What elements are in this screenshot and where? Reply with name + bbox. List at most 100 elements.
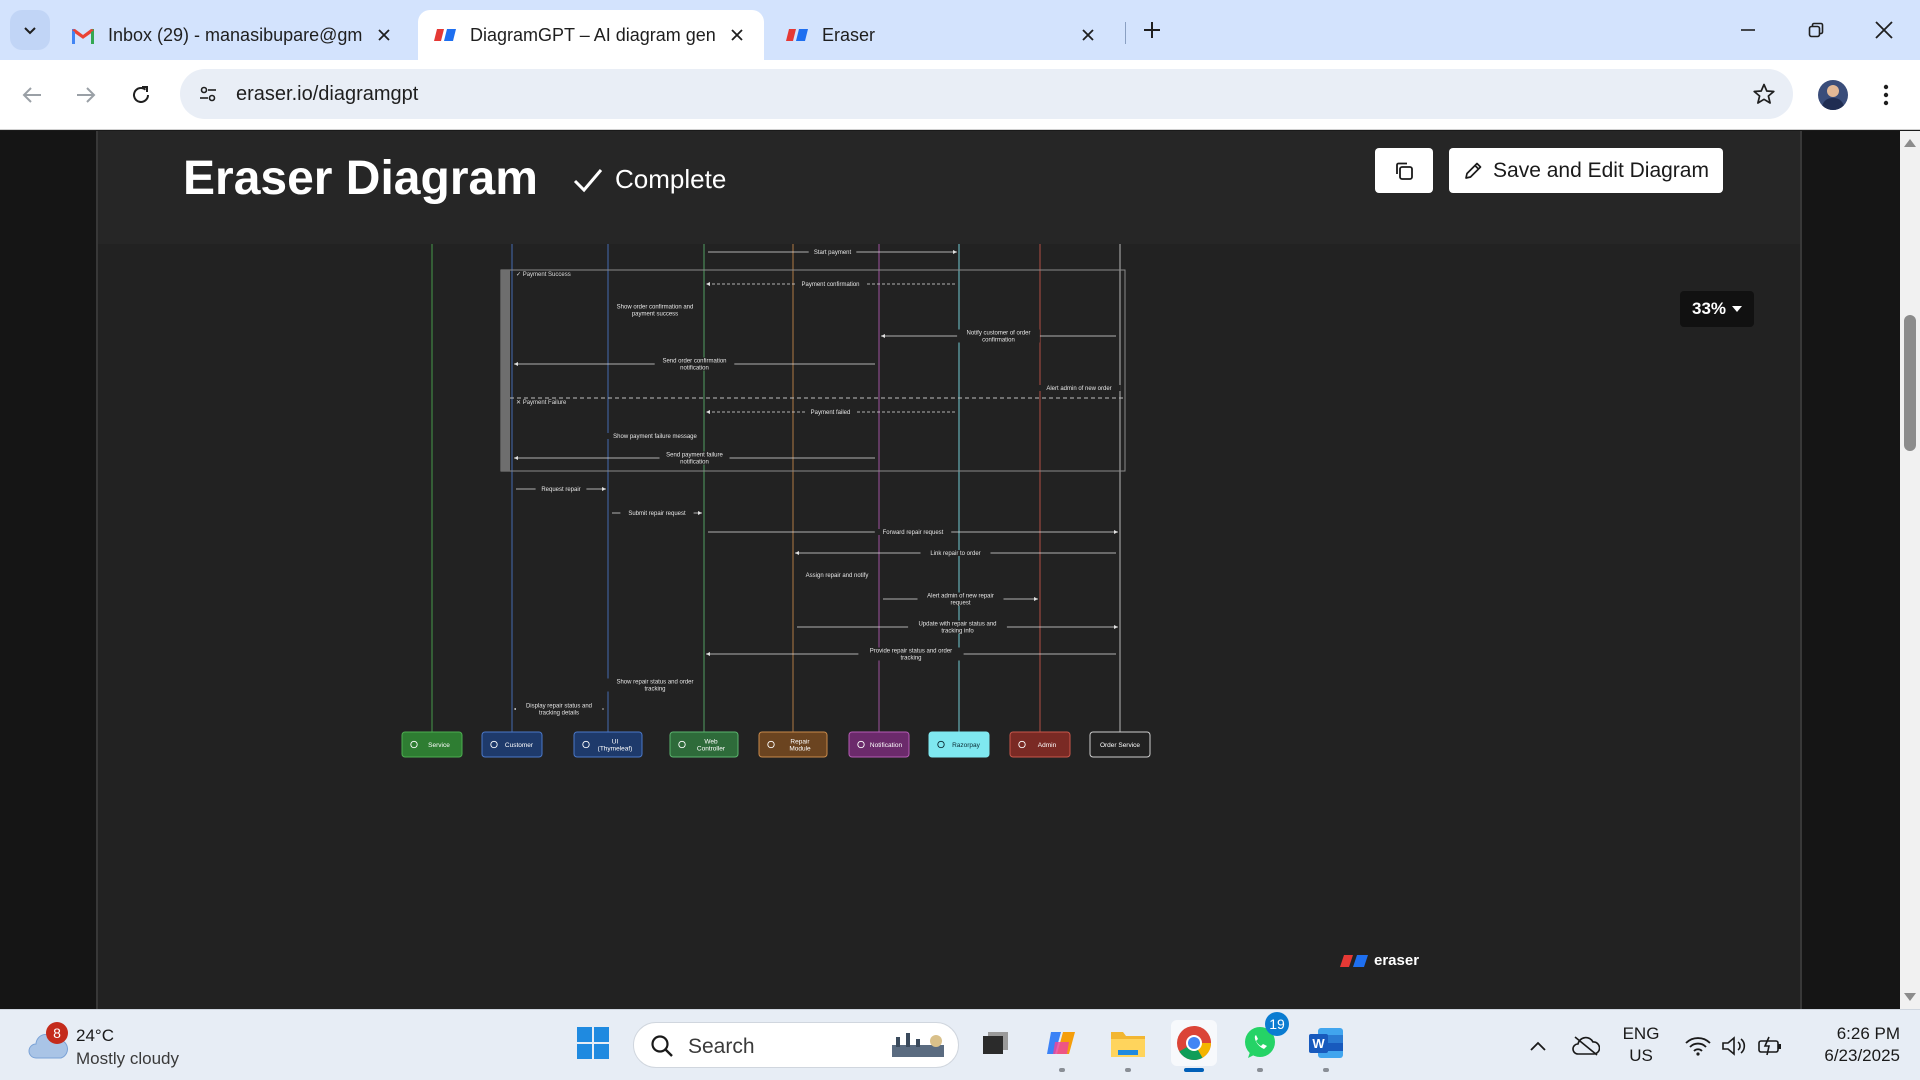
group-label-failure: ✕ Payment Failure — [516, 400, 567, 406]
forward-button[interactable] — [68, 77, 104, 113]
chevron-down-icon — [24, 27, 36, 35]
message-label: notification — [680, 366, 709, 372]
message-label: tracking — [644, 687, 665, 693]
taskbar-search[interactable]: Search — [633, 1022, 959, 1068]
status-text: Complete — [615, 164, 727, 194]
language-indicator[interactable]: ENG US — [1616, 1023, 1666, 1067]
weather-widget[interactable]: 8 24°C Mostly cloudy — [26, 1022, 226, 1070]
arrow-head — [706, 652, 710, 656]
alt-group-box — [500, 269, 1126, 472]
message-label: Update with repair status and — [918, 622, 996, 628]
reload-icon — [133, 86, 149, 103]
message-label: Notify customer of order — [966, 331, 1030, 337]
address-bar[interactable]: eraser.io/diagramgpt — [180, 69, 1793, 119]
close-icon[interactable] — [725, 23, 748, 47]
bookmark-star-icon[interactable] — [1751, 81, 1777, 107]
profile-avatar[interactable] — [1818, 80, 1848, 110]
arrow-head — [602, 487, 606, 491]
arrow-left-icon — [22, 87, 41, 103]
tab-search-button[interactable] — [10, 10, 50, 50]
browser-tab-bar: Inbox (29) - manasibupare@gm DiagramGPT … — [0, 0, 1920, 60]
page-title: Eraser Diagram — [183, 152, 538, 205]
message-label: Payment confirmation — [801, 282, 859, 288]
tab-title: DiagramGPT – AI diagram gene — [470, 24, 716, 45]
close-icon — [1875, 21, 1893, 39]
app-indicator — [1323, 1068, 1329, 1072]
more-vert-icon — [1883, 84, 1889, 106]
eraser-icon — [434, 24, 456, 46]
browser-toolbar: eraser.io/diagramgpt — [0, 60, 1920, 130]
arrow-head — [953, 250, 957, 254]
participant-label: Web — [704, 739, 718, 746]
caret-down-icon — [1732, 306, 1743, 312]
scroll-thumb[interactable] — [1904, 315, 1916, 451]
volume-button[interactable] — [1716, 1010, 1752, 1080]
task-view-button[interactable] — [973, 1020, 1019, 1066]
battery-button[interactable] — [1752, 1010, 1788, 1080]
file-explorer-button[interactable] — [1105, 1020, 1151, 1072]
message-label: Send payment failure — [666, 453, 723, 459]
message-label: tracking details — [539, 711, 579, 717]
diagram-header: Eraser Diagram Complete Save and Edit Di… — [98, 131, 1800, 244]
scroll-up-icon[interactable] — [1904, 137, 1916, 149]
new-tab-button[interactable] — [1136, 14, 1168, 46]
arrow-head — [514, 456, 518, 460]
search-highlight-icon — [892, 1033, 944, 1057]
wifi-button[interactable] — [1680, 1010, 1716, 1080]
weather-temperature: 24°C — [76, 1026, 114, 1045]
close-icon[interactable] — [1076, 23, 1100, 47]
arrow-head — [706, 410, 710, 414]
sequence-diagram: ✓ Payment Success ✕ Payment Failure Submit… — [401, 244, 1151, 758]
zoom-dropdown[interactable]: 33% — [1680, 291, 1754, 327]
clock-date: 6/23/2025 — [1824, 1046, 1900, 1065]
site-info-icon[interactable] — [190, 76, 226, 112]
whatsapp-button[interactable]: 19 — [1237, 1012, 1289, 1072]
participant-label: Module — [789, 746, 811, 753]
message-label: tracking info — [941, 629, 974, 635]
tab-gmail[interactable]: Inbox (29) - manasibupare@gm — [56, 10, 412, 60]
word-button[interactable]: W — [1303, 1020, 1349, 1072]
participant-label: Admin — [1038, 742, 1057, 749]
scroll-down-icon[interactable] — [1904, 991, 1916, 1003]
close-window-button[interactable] — [1864, 12, 1904, 48]
participant-label: Notification — [870, 742, 903, 749]
region-code: US — [1629, 1046, 1653, 1065]
browser-menu-button[interactable] — [1868, 77, 1904, 113]
arrow-head — [881, 334, 885, 338]
arrow-head — [1114, 530, 1118, 534]
app-indicator — [1125, 1068, 1131, 1072]
message-label: Submit repair request — [628, 511, 686, 517]
system-clock[interactable]: 6:26 PM 6/23/2025 — [1800, 1023, 1900, 1067]
start-button[interactable] — [570, 1020, 616, 1066]
minimize-icon — [1741, 29, 1755, 31]
chrome-button[interactable] — [1171, 1020, 1217, 1072]
copilot-button[interactable] — [1039, 1020, 1085, 1072]
arrow-right-icon — [77, 87, 96, 103]
alt-group-handle — [501, 270, 510, 471]
tab-diagramgpt[interactable]: DiagramGPT – AI diagram gene — [418, 10, 764, 60]
copilot-icon — [1047, 1032, 1075, 1054]
restore-button[interactable] — [1796, 12, 1836, 48]
reload-button[interactable] — [123, 77, 159, 113]
url-text: eraser.io/diagramgpt — [236, 83, 419, 105]
arrow-head — [1114, 625, 1118, 629]
page-scrollbar[interactable] — [1900, 131, 1920, 1009]
message-label: Start payment — [814, 250, 852, 256]
back-button[interactable] — [14, 77, 50, 113]
copy-button[interactable] — [1375, 148, 1433, 193]
save-and-edit-button[interactable]: Save and Edit Diagram — [1449, 148, 1723, 193]
message-label: Show order confirmation and — [617, 305, 694, 311]
show-hidden-icons-button[interactable] — [1520, 1010, 1556, 1080]
onedrive-button[interactable] — [1566, 1010, 1606, 1080]
check-icon — [573, 168, 603, 192]
folder-icon — [1111, 1032, 1145, 1057]
diagram-canvas[interactable]: ✓ Payment Success ✕ Payment Failure Submit… — [98, 244, 1800, 1009]
tab-eraser[interactable]: Eraser — [770, 10, 1116, 60]
participant-label: Razorpay — [952, 742, 981, 749]
app-indicator — [1257, 1068, 1263, 1072]
status-indicator: Complete — [573, 164, 726, 195]
restore-icon — [1808, 22, 1824, 38]
minimize-button[interactable] — [1728, 12, 1768, 48]
arrow-head — [698, 511, 702, 515]
close-icon[interactable] — [372, 23, 396, 47]
